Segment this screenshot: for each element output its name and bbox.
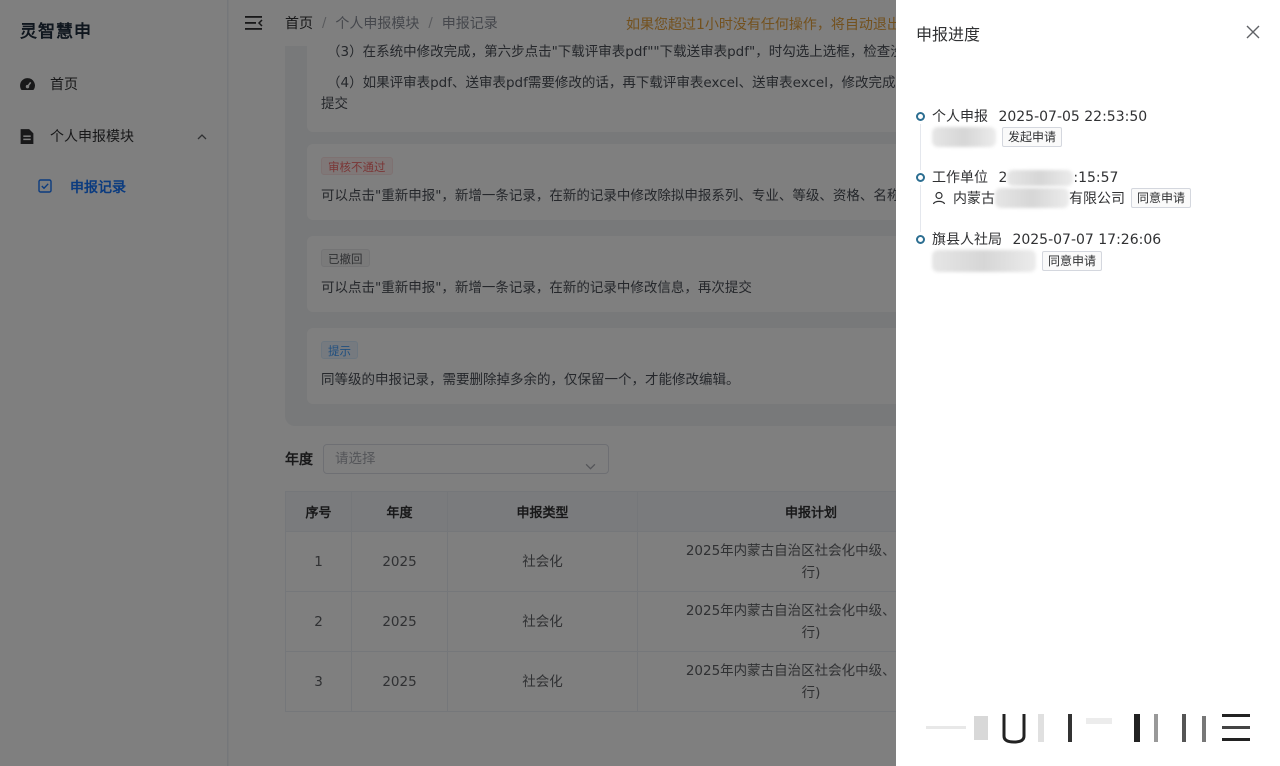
timeline-title: 工作单位 bbox=[932, 170, 988, 186]
timeline-dot bbox=[916, 235, 925, 244]
timeline-time: 2025-07-05 22:53:50 bbox=[998, 109, 1148, 125]
progress-drawer: 申报进度 个人申报 2025-07-05 22:53:50 发起申请 工作单位 … bbox=[896, 0, 1280, 766]
timeline-dot bbox=[916, 112, 925, 121]
drawer-title: 申报进度 bbox=[916, 25, 981, 44]
timeline-connector bbox=[920, 185, 921, 232]
timeline-dot bbox=[916, 173, 925, 182]
close-icon[interactable] bbox=[1246, 24, 1260, 39]
timeline-connector bbox=[920, 124, 921, 170]
redacted-time bbox=[1007, 170, 1074, 186]
redacted-org bbox=[995, 188, 1069, 208]
org-name-start: 内蒙古 bbox=[953, 191, 995, 207]
redacted-name bbox=[932, 127, 996, 147]
timeline-sub: 内蒙古 有限公司 同意申请 bbox=[932, 188, 1192, 208]
timeline-time: 2025-07-07 17:26:06 bbox=[1012, 232, 1162, 248]
timeline-sub: 同意申请 bbox=[932, 250, 1103, 272]
action-tag: 同意申请 bbox=[1131, 188, 1192, 208]
org-name-end: 有限公司 bbox=[1069, 191, 1125, 207]
timeline-head: 工作单位 2 :15:57 bbox=[932, 167, 1118, 187]
user-icon bbox=[932, 191, 946, 205]
timeline-time-end: :15:57 bbox=[1073, 170, 1119, 186]
timeline-title: 个人申报 bbox=[932, 109, 988, 125]
timeline-title: 旗县人社局 bbox=[932, 232, 1002, 248]
timeline-head: 旗县人社局 2025-07-07 17:26:06 bbox=[932, 229, 1161, 249]
timeline-sub: 发起申请 bbox=[932, 127, 1063, 147]
action-tag: 同意申请 bbox=[1042, 251, 1103, 271]
timeline-time-start: 2 bbox=[998, 170, 1008, 186]
redacted-name bbox=[932, 250, 1036, 272]
timeline-head: 个人申报 2025-07-05 22:53:50 bbox=[932, 106, 1147, 126]
action-tag: 发起申请 bbox=[1002, 127, 1063, 147]
watermark-graphic bbox=[926, 714, 1250, 744]
